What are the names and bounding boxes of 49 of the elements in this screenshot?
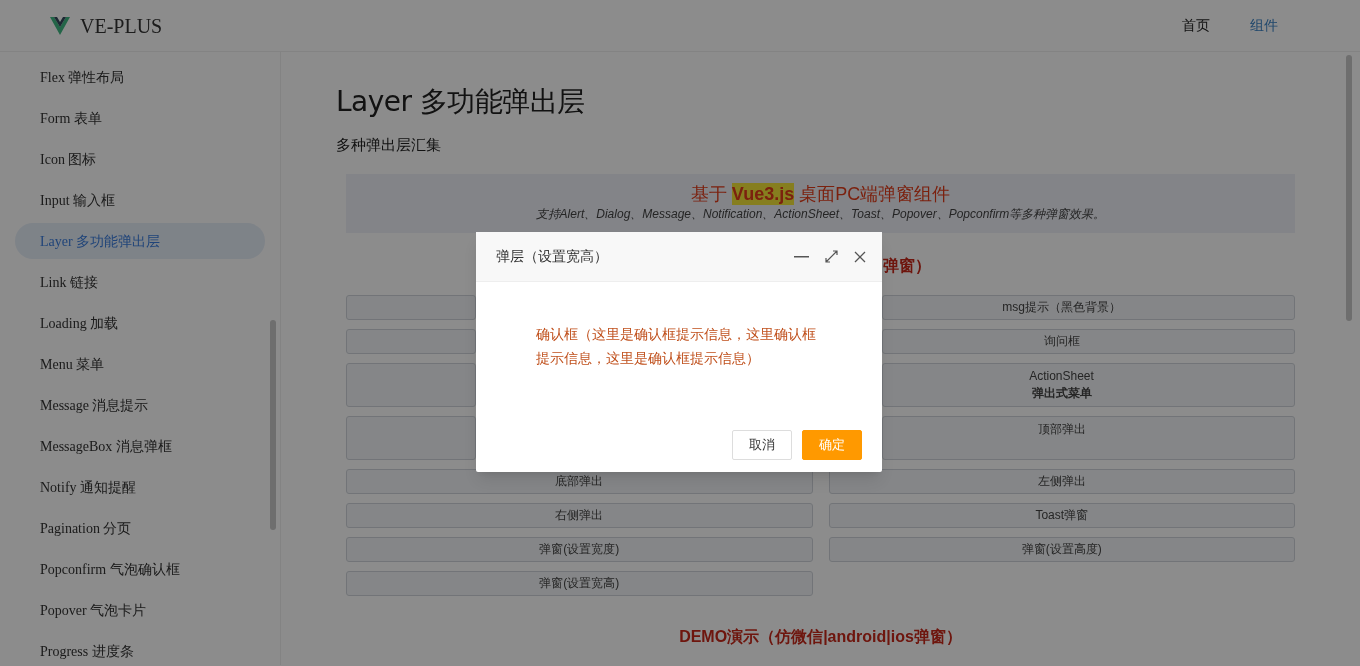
minimize-icon[interactable] [794,255,809,258]
sidebar-item[interactable]: Form 表单 [15,100,265,136]
banner-highlight: Vue3.js [731,183,795,205]
close-icon[interactable] [854,250,866,263]
demo-button[interactable]: 右侧弹出 [346,502,813,528]
demo-button[interactable]: 弹窗(设置高度) [828,536,1295,562]
demo-button[interactable]: msg提示（黑色背景） [882,294,1295,320]
sidebar-item[interactable]: MessageBox 消息弹框 [15,428,265,464]
sidebar-item[interactable]: Progress 进度条 [15,633,265,665]
sidebar-item[interactable]: Message 消息提示 [15,387,265,423]
page-title: Layer 多功能弹出层 [336,84,586,120]
demo-button[interactable]: ActionSheet 弹出式菜单 [882,362,1295,407]
demo-button[interactable] [346,328,476,354]
dialog-title: 弹层（设置宽高） [496,247,608,266]
sidebar-item[interactable]: Menu 菜单 [15,346,265,382]
sidebar-item[interactable]: Popover 气泡卡片 [15,592,265,628]
section-heading: 弹窗） [883,255,931,276]
demo-button[interactable]: 弹窗(设置宽高) [346,570,813,596]
demo-button[interactable]: 弹窗(设置宽度) [346,536,813,562]
sidebar-item[interactable]: Layer 多功能弹出层 [15,223,265,259]
demo-button[interactable]: 左侧弹出 [828,468,1295,494]
sidebar-item[interactable]: Flex 弹性布局 [15,59,265,95]
demo-button[interactable] [346,415,476,460]
scrollbar[interactable] [270,320,276,530]
sidebar-item[interactable]: Icon 图标 [15,141,265,177]
nav-link[interactable]: 首页 [1182,15,1210,36]
sidebar-item[interactable]: Link 链接 [15,264,265,300]
demo-button[interactable]: 顶部弹出 [882,415,1295,460]
dialog-message: 确认框（这里是确认框提示信息，这里确认框提示信息，这里是确认框提示信息） [536,325,817,368]
sidebar-item[interactable]: Pagination 分页 [15,510,265,546]
banner-title-text: 桌面PC端弹窗组件 [799,183,951,205]
sidebar-item[interactable]: Input 输入框 [15,182,265,218]
sidebar-item[interactable]: Popconfirm 气泡确认框 [15,551,265,587]
demo-button[interactable]: Toast弹窗 [828,502,1295,528]
demo-button[interactable] [346,294,476,320]
maximize-icon[interactable] [825,250,838,263]
scrollbar[interactable] [1346,55,1352,321]
nav-link[interactable]: 组件 [1250,15,1278,36]
section-heading: DEMO演示（仿微信|android|ios弹窗） [678,626,963,647]
demo-button[interactable] [346,362,476,407]
cancel-button[interactable]: 取消 [732,430,792,460]
page-subtitle: 多种弹出层汇集 [336,135,442,155]
banner-description: 支持Alert、Dialog、Message、Notification、ActionSheet、Toast、Popover、Popconfirm等多种弹窗效果。 [535,206,1106,223]
banner-title-text: 基于 [690,183,727,205]
logo-text: VE-PLUS [80,13,163,39]
demo-button[interactable]: 询问框 [882,328,1295,354]
sidebar-item[interactable]: Loading 加载 [15,305,265,341]
logo-icon [50,16,70,35]
sidebar-item[interactable]: Notify 通知提醒 [15,469,265,505]
